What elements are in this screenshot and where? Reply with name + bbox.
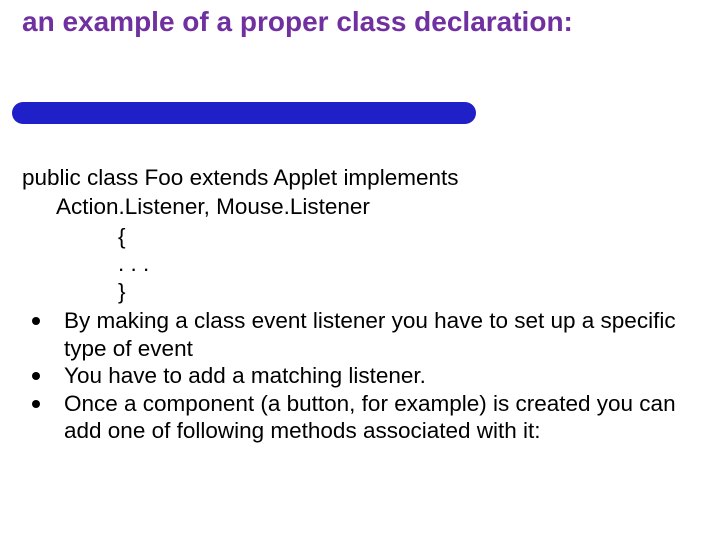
code-line-2: Action.Listener, Mouse.Listener — [56, 193, 698, 220]
slide-title: an example of a proper class declaration… — [22, 6, 662, 38]
bullet-icon — [32, 400, 40, 408]
code-block: { . . . } — [118, 223, 698, 305]
code-brace-close: } — [118, 278, 698, 305]
code-brace-open: { — [118, 223, 698, 250]
slide-body: public class Foo extends Applet implemen… — [22, 164, 698, 444]
list-item: By making a class event listener you hav… — [22, 307, 698, 362]
list-item: Once a component (a button, for example)… — [22, 390, 698, 445]
bullet-text: By making a class event listener you hav… — [64, 307, 698, 362]
bullet-text: Once a component (a button, for example)… — [64, 390, 698, 445]
code-line-1: public class Foo extends Applet implemen… — [22, 164, 698, 191]
bullet-list: By making a class event listener you hav… — [22, 307, 698, 444]
slide: an example of a proper class declaration… — [0, 0, 720, 540]
code-ellipsis: . . . — [118, 250, 698, 277]
bullet-text: You have to add a matching listener. — [64, 362, 698, 389]
bullet-icon — [32, 372, 40, 380]
bullet-icon — [32, 317, 40, 325]
horizontal-rule — [12, 102, 476, 124]
list-item: You have to add a matching listener. — [22, 362, 698, 389]
